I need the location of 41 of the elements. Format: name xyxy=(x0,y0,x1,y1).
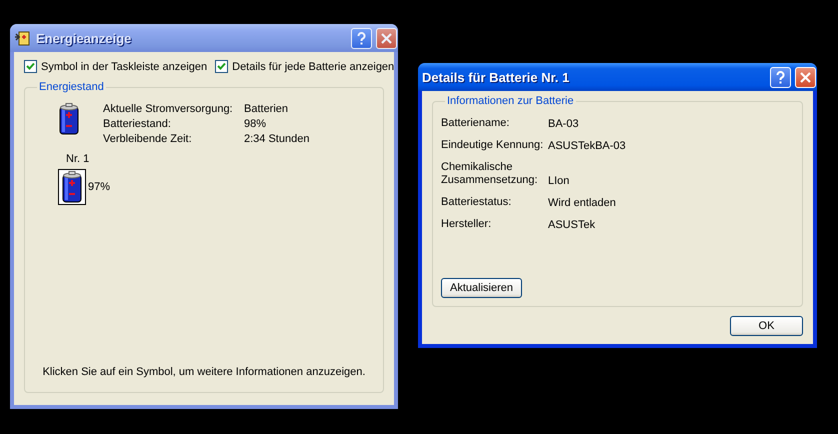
field-value: ASUSTekBA-03 xyxy=(548,140,627,152)
battery-icon xyxy=(59,103,79,135)
checkbox-label[interactable]: Details für jede Batterie anzeigen xyxy=(232,60,394,72)
battery-icon xyxy=(62,171,82,203)
field-value: LIon xyxy=(548,175,570,187)
group-title: Informationen zur Batterie xyxy=(446,95,575,107)
field-value: Wird entladen xyxy=(548,197,617,209)
checkbox[interactable] xyxy=(24,60,37,73)
field-label: Hersteller: xyxy=(441,218,492,231)
battery-tile[interactable] xyxy=(58,169,86,205)
close-button[interactable] xyxy=(376,28,397,48)
close-icon xyxy=(800,72,811,82)
help-button[interactable] xyxy=(351,28,372,48)
close-button[interactable] xyxy=(795,66,816,88)
field-label: Eindeutige Kennung: xyxy=(441,139,544,152)
battery-reading: 97% xyxy=(88,181,110,193)
info-label: Aktuelle Stromversorgung: xyxy=(103,103,234,115)
help-button[interactable] xyxy=(770,66,791,88)
hint-text: Klicken Sie auf ein Symbol, um weitere Informationen anzuzeigen. xyxy=(42,366,366,380)
info-value: 98% xyxy=(244,118,268,130)
refresh-button[interactable]: Aktualisieren xyxy=(441,278,522,298)
close-icon xyxy=(381,32,392,44)
field-label: Chemikalische Zusammensetzung: xyxy=(441,161,539,187)
help-icon xyxy=(776,70,785,84)
window-title: Energieanzeige xyxy=(36,30,132,46)
field-value: ASUSTek xyxy=(548,219,596,231)
info-label: Verbleibende Zeit: xyxy=(103,133,193,145)
app-icon xyxy=(14,29,32,47)
ok-button[interactable]: OK xyxy=(730,316,803,336)
help-icon xyxy=(357,32,366,44)
window-title: Details für Batterie Nr. 1 xyxy=(422,70,570,84)
info-value: 2:34 Stunden xyxy=(244,133,310,145)
info-value: Batterien xyxy=(244,103,290,115)
checkbox[interactable] xyxy=(215,60,228,73)
group-title: Energiestand xyxy=(38,81,105,93)
field-label: Batteriename: xyxy=(441,117,510,130)
info-label: Batteriestand: xyxy=(103,118,172,130)
field-label: Batteriestatus: xyxy=(441,196,512,209)
checkbox-label[interactable]: Symbol in der Taskleiste anzeigen xyxy=(41,60,208,72)
battery-name: Nr. 1 xyxy=(66,153,90,165)
field-value: BA-03 xyxy=(548,118,580,130)
